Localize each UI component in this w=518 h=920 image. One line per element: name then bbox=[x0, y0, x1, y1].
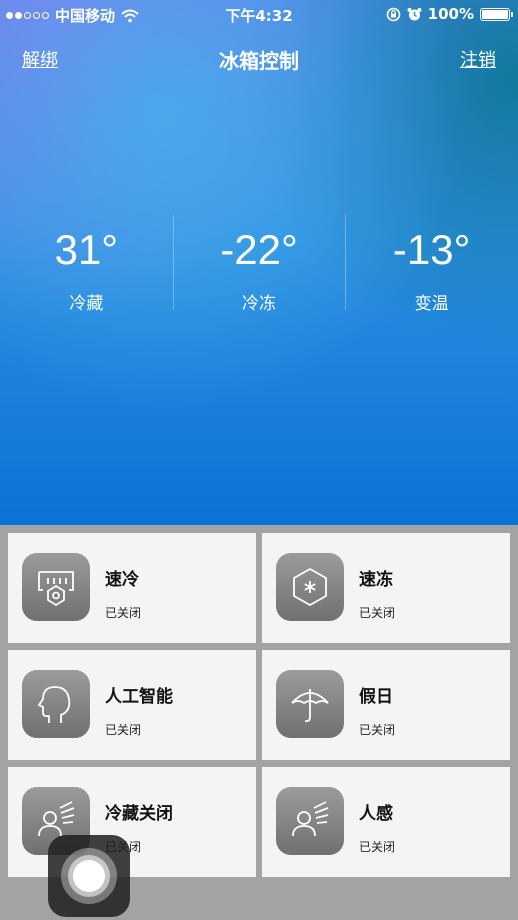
feature-status: 已关闭 bbox=[359, 606, 396, 620]
feature-card-ai[interactable]: 人工智能 已关闭 bbox=[8, 650, 256, 760]
ai-head-icon bbox=[22, 670, 90, 738]
rotation-lock-icon bbox=[386, 7, 400, 21]
feature-card-fridge-off[interactable]: 冷藏关闭 已关闭 bbox=[8, 767, 256, 877]
umbrella-icon bbox=[276, 670, 344, 738]
feature-card-holiday[interactable]: 假日 已关闭 bbox=[262, 650, 510, 760]
nav-bar: 解绑 冰箱控制 注销 bbox=[0, 40, 518, 76]
feature-status: 已关闭 bbox=[359, 723, 396, 737]
logout-link[interactable]: 注销 bbox=[460, 46, 496, 72]
fridge-control-screen: 中国移动 下午4:32 100% 解绑 冰箱控制 注销 31° 冷藏 -22° … bbox=[0, 0, 518, 920]
page-title: 冰箱控制 bbox=[219, 49, 299, 73]
person-sense-icon bbox=[276, 787, 344, 855]
status-bar: 中国移动 下午4:32 100% bbox=[0, 0, 518, 28]
feature-card-fast-freeze[interactable]: 速冻 已关闭 bbox=[262, 533, 510, 643]
temp-value: -13° bbox=[392, 226, 471, 273]
feature-name: 人工智能 bbox=[105, 687, 173, 707]
temp-label: 冷藏 bbox=[69, 294, 104, 314]
feature-name: 假日 bbox=[359, 687, 393, 707]
fast-cool-icon bbox=[22, 553, 90, 621]
battery-icon bbox=[480, 7, 513, 21]
temp-label: 冷冻 bbox=[242, 294, 276, 314]
temp-label: 变温 bbox=[414, 294, 449, 314]
fast-freeze-icon bbox=[276, 553, 344, 621]
battery-percent: 100% bbox=[427, 5, 474, 23]
temp-value: -22° bbox=[220, 226, 298, 273]
alarm-icon bbox=[407, 7, 422, 20]
feature-name: 人感 bbox=[359, 804, 393, 824]
assistive-touch-button[interactable] bbox=[48, 835, 130, 917]
temp-value: 31° bbox=[54, 226, 119, 273]
feature-name: 速冻 bbox=[359, 570, 393, 590]
feature-status: 已关闭 bbox=[359, 840, 396, 854]
feature-status: 已关闭 bbox=[105, 723, 142, 737]
status-right: 100% bbox=[386, 5, 513, 23]
feature-card-person-sense[interactable]: 人感 已关闭 bbox=[262, 767, 510, 877]
feature-name: 速冷 bbox=[105, 570, 139, 590]
temp-refrigerator: 31° 冷藏 bbox=[0, 215, 173, 315]
feature-card-fast-cool[interactable]: 速冷 已关闭 bbox=[8, 533, 256, 643]
feature-status: 已关闭 bbox=[105, 606, 142, 620]
temp-variable: -13° 变温 bbox=[345, 215, 518, 314]
feature-name: 冷藏关闭 bbox=[105, 804, 173, 824]
temp-freezer: -22° 冷冻 bbox=[172, 215, 346, 314]
temperature-panel: 31° 冷藏 -22° 冷冻 -13° 变温 bbox=[0, 215, 518, 315]
